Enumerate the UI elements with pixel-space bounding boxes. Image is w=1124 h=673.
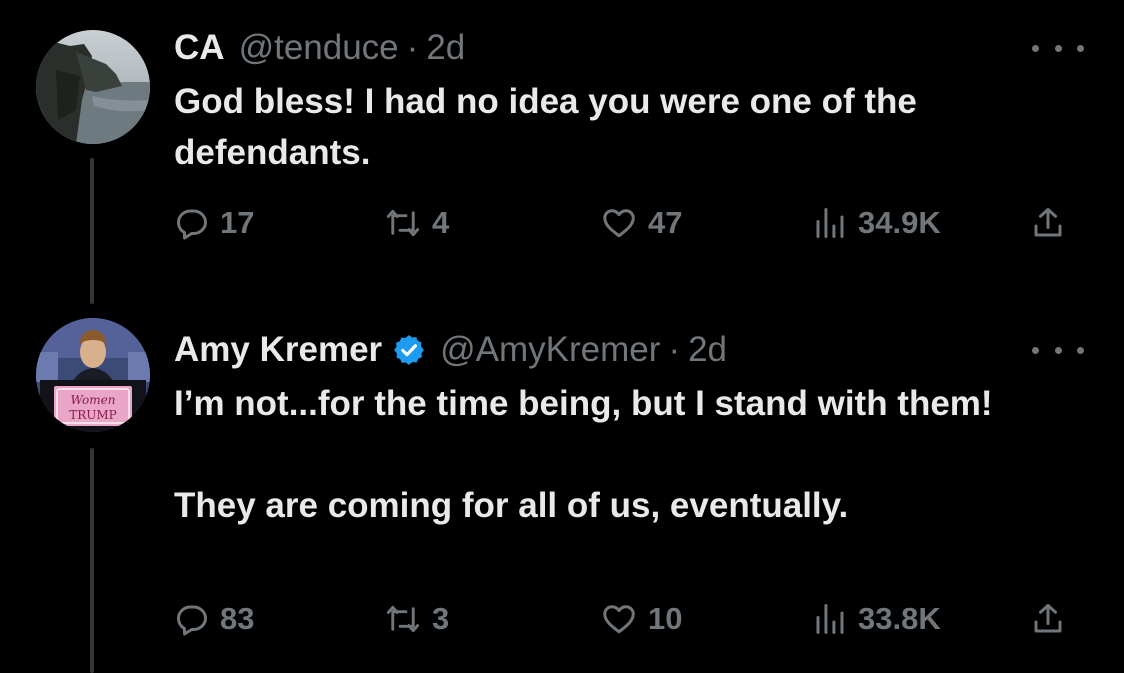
- repost-button[interactable]: 3: [384, 594, 449, 644]
- user-handle[interactable]: @AmyKremer: [440, 330, 660, 370]
- more-dot: [1077, 44, 1084, 52]
- reply-button[interactable]: 83: [174, 594, 254, 644]
- more-icon[interactable]: [1032, 32, 1084, 64]
- tweet-paragraph: I’m not...for the time being, but I stan…: [174, 384, 993, 423]
- header-separator: ·: [668, 330, 681, 369]
- reply-icon: [177, 605, 207, 636]
- share-button[interactable]: [1030, 594, 1066, 644]
- reply-thread: CA @tenduce · 2d God bless! I had no ide…: [0, 0, 1124, 673]
- tweet-paragraph: They are coming for all of us, eventuall…: [174, 486, 849, 525]
- view-count: 33.8K: [858, 601, 941, 636]
- avatar-sign-line-1: Women: [71, 393, 116, 407]
- like-count: 10: [648, 601, 683, 636]
- tweet-header: Amy Kremer @AmyKremer · 2d: [174, 326, 1084, 374]
- views-icon: [816, 604, 844, 634]
- verified-badge-icon[interactable]: [392, 333, 426, 367]
- reply-button[interactable]: 17: [174, 198, 254, 248]
- heart-icon: [603, 209, 635, 238]
- more-dot: [1032, 346, 1039, 354]
- display-name[interactable]: Amy Kremer: [174, 330, 382, 370]
- tweet-paragraph: God bless! I had no idea you were one of…: [174, 82, 917, 172]
- tweet-timestamp[interactable]: 2d: [688, 330, 727, 370]
- more-dot: [1077, 346, 1084, 354]
- repost-icon: [386, 209, 420, 237]
- avatar-image-speaker: Women TRUMP: [36, 318, 150, 432]
- more-icon[interactable]: [1032, 334, 1084, 366]
- like-button[interactable]: 10: [600, 594, 682, 644]
- repost-count: 4: [432, 205, 450, 240]
- tweet[interactable]: CA @tenduce · 2d God bless! I had no ide…: [0, 0, 1124, 310]
- views-icon: [816, 208, 844, 238]
- reply-count: 17: [220, 205, 255, 240]
- repost-count: 3: [432, 601, 450, 636]
- more-dot: [1032, 44, 1039, 52]
- tweet-text: God bless! I had no idea you were one of…: [174, 76, 1034, 178]
- repost-button[interactable]: 4: [384, 198, 449, 248]
- repost-icon: [386, 605, 420, 633]
- reply-icon: [177, 209, 207, 240]
- views-button[interactable]: 34.9K: [812, 198, 941, 248]
- thread-connector-line: [90, 448, 94, 673]
- avatar[interactable]: [36, 30, 150, 144]
- tweet[interactable]: Women TRUMP Amy Kremer @AmyKremer · 2d I…: [0, 310, 1124, 673]
- tweet-content: CA @tenduce · 2d God bless! I had no ide…: [174, 24, 1084, 240]
- share-icon: [1034, 208, 1062, 237]
- views-button[interactable]: 33.8K: [812, 594, 941, 644]
- header-separator: ·: [406, 28, 419, 67]
- heart-icon: [603, 605, 635, 634]
- thread-connector-line: [90, 158, 94, 304]
- tweet-header: CA @tenduce · 2d: [174, 24, 1084, 72]
- avatar-image-cliffs: [36, 30, 150, 144]
- avatar-sign-line-2: TRUMP: [69, 408, 117, 422]
- like-button[interactable]: 47: [600, 198, 682, 248]
- like-count: 47: [648, 205, 683, 240]
- user-handle[interactable]: @tenduce: [239, 28, 399, 68]
- tweet-actions: 83 3 10 33.8K: [174, 594, 1084, 644]
- reply-count: 83: [220, 601, 255, 636]
- tweet-text: I’m not...for the time being, but I stan…: [174, 378, 1034, 531]
- more-dot: [1054, 346, 1062, 354]
- more-dot: [1054, 44, 1062, 52]
- tweet-actions: 17 4 47 34.9K: [174, 198, 1084, 248]
- share-icon: [1034, 604, 1062, 633]
- tweet-content: Amy Kremer @AmyKremer · 2d I’m not...for…: [174, 326, 1084, 636]
- share-button[interactable]: [1030, 198, 1066, 248]
- view-count: 34.9K: [858, 205, 941, 240]
- tweet-timestamp[interactable]: 2d: [426, 28, 465, 68]
- avatar[interactable]: Women TRUMP: [36, 318, 150, 432]
- display-name[interactable]: CA: [174, 28, 225, 68]
